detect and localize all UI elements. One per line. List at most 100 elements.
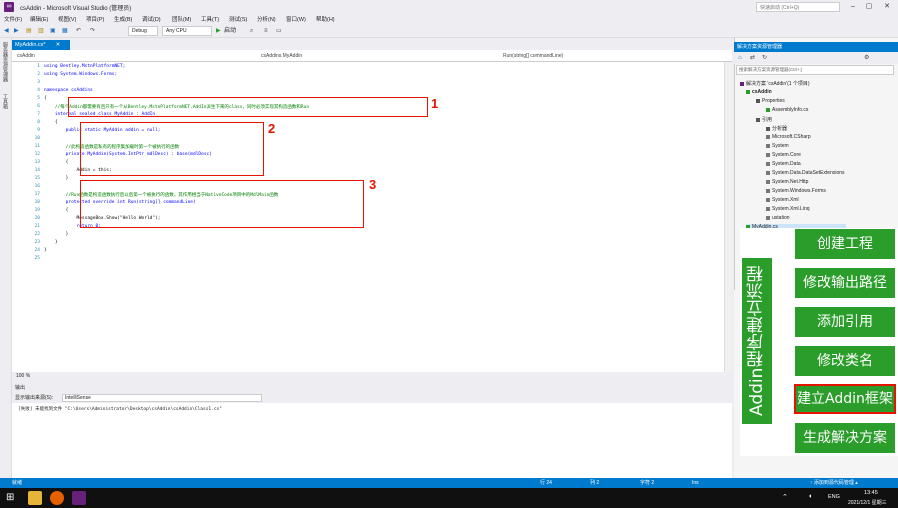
csharp-project-icon bbox=[746, 89, 750, 94]
code-line: { bbox=[44, 208, 69, 213]
menu-project[interactable]: 项目(P) bbox=[86, 15, 104, 23]
line-number: 8 bbox=[37, 120, 40, 125]
refresh-icon[interactable]: ↻ bbox=[762, 54, 767, 62]
find-icon[interactable]: ⌕ bbox=[250, 27, 253, 35]
new-project-icon[interactable]: ▤ bbox=[26, 27, 32, 35]
save-all-icon[interactable]: ▦ bbox=[62, 27, 68, 35]
save-icon[interactable]: ▣ bbox=[50, 27, 56, 35]
reference-icon bbox=[766, 161, 770, 166]
tree-item-analyzers[interactable]: 分析器 bbox=[766, 125, 787, 132]
tree-item-properties[interactable]: Properties bbox=[756, 98, 785, 104]
platform-dropdown[interactable]: Any CPU bbox=[162, 26, 212, 36]
menu-help[interactable]: 帮助(H) bbox=[316, 15, 335, 23]
step-modify-output-path: 修改输出路径 bbox=[795, 268, 895, 298]
start-icon[interactable]: ▶ bbox=[216, 27, 221, 35]
zoom-level[interactable]: 100 % bbox=[12, 372, 732, 381]
code-line: } bbox=[44, 232, 69, 237]
tree-item-reference[interactable]: System.Windows.Forms bbox=[766, 188, 826, 194]
menu-view[interactable]: 视图(V) bbox=[58, 15, 76, 23]
solution-search-input[interactable]: 搜索解决方案资源管理器(Ctrl+;) bbox=[736, 65, 894, 75]
reference-icon bbox=[766, 197, 770, 202]
quick-launch-input[interactable]: 快速启动 (Ctrl+Q) bbox=[756, 2, 840, 12]
tree-item-assemblyinfo[interactable]: AssemblyInfo.cs bbox=[766, 107, 808, 113]
tray-arrow-icon[interactable]: ⌃ bbox=[782, 493, 788, 501]
nav-project-dropdown[interactable]: csAddin bbox=[14, 52, 244, 60]
tree-item-references[interactable]: 引用 bbox=[756, 116, 772, 123]
tree-item-reference[interactable]: System bbox=[766, 143, 789, 149]
file-explorer-icon[interactable] bbox=[28, 491, 42, 505]
left-tool-strip: 服务器资源管理器 工具箱 bbox=[0, 38, 12, 478]
menu-test[interactable]: 测试(S) bbox=[229, 15, 247, 23]
config-dropdown[interactable]: Debug bbox=[128, 26, 158, 36]
line-number: 4 bbox=[37, 88, 40, 93]
forward-icon[interactable]: ▶ bbox=[14, 27, 19, 35]
tree-item-reference[interactable]: System.Data.DataSetExtensions bbox=[766, 170, 845, 176]
menu-analyze[interactable]: 分析(N) bbox=[257, 15, 276, 23]
output-source-dropdown[interactable]: IntelliSense bbox=[62, 394, 262, 402]
tree-item-reference[interactable]: Microsoft.CSharp bbox=[766, 134, 811, 140]
status-char: 字符 2 bbox=[640, 480, 655, 486]
add-to-source-control[interactable]: ↑ 添加到源代码管理 ▴ bbox=[810, 478, 858, 488]
server-explorer-tab[interactable]: 服务器资源管理器 bbox=[2, 42, 9, 82]
tree-item-reference[interactable]: System.Core bbox=[766, 152, 801, 158]
reference-icon bbox=[766, 152, 770, 157]
format-icon[interactable]: ≡ bbox=[264, 27, 268, 35]
tree-item-project[interactable]: csAddin bbox=[746, 89, 772, 95]
clock-time[interactable]: 13:45 bbox=[864, 490, 878, 496]
tree-item-reference[interactable]: System.Xml bbox=[766, 197, 799, 203]
editor-scrollbar[interactable] bbox=[724, 62, 732, 372]
nav-member-dropdown[interactable]: Run(string[] commandLine) bbox=[500, 52, 730, 60]
line-number: 1 bbox=[37, 64, 40, 69]
maximize-icon[interactable]: ▢ bbox=[862, 2, 876, 12]
vs-logo-icon: ∞ bbox=[4, 2, 14, 12]
menu-window[interactable]: 窗口(W) bbox=[286, 15, 306, 23]
close-icon[interactable]: ✕ bbox=[880, 2, 894, 12]
reference-icon bbox=[766, 188, 770, 193]
menu-edit[interactable]: 编辑(E) bbox=[30, 15, 48, 23]
code-line: } bbox=[44, 176, 69, 181]
start-button[interactable]: 启动 bbox=[224, 27, 236, 35]
line-number: 2 bbox=[37, 72, 40, 77]
tree-item-reference[interactable]: System.Data bbox=[766, 161, 801, 167]
firefox-icon[interactable] bbox=[50, 491, 64, 505]
properties-icon[interactable]: ⚙ bbox=[864, 54, 869, 62]
menu-file[interactable]: 文件(F) bbox=[4, 15, 22, 23]
line-number: 5 bbox=[37, 96, 40, 101]
nav-type-dropdown[interactable]: csAddins.MyAddin bbox=[258, 52, 498, 60]
tree-item-reference[interactable]: ustation bbox=[766, 215, 790, 221]
menu-debug[interactable]: 调试(D) bbox=[142, 15, 161, 23]
home-icon[interactable]: ⌂ bbox=[738, 54, 742, 62]
menu-build[interactable]: 生成(B) bbox=[114, 15, 132, 23]
menu-team[interactable]: 团队(M) bbox=[172, 15, 191, 23]
minimize-icon[interactable]: – bbox=[846, 2, 860, 12]
redo-icon[interactable]: ↷ bbox=[90, 27, 95, 35]
sync-icon[interactable]: ⇄ bbox=[750, 54, 755, 62]
toolbox-tab[interactable]: 工具箱 bbox=[2, 94, 9, 109]
line-number: 9 bbox=[37, 128, 40, 133]
volume-icon[interactable]: ◖ bbox=[808, 493, 812, 500]
visual-studio-icon[interactable] bbox=[72, 491, 86, 505]
undo-icon[interactable]: ↶ bbox=[76, 27, 81, 35]
reference-icon bbox=[766, 134, 770, 139]
clock-date[interactable]: 2021/12/1 星期三 bbox=[848, 499, 887, 506]
annotation-box-2 bbox=[80, 122, 264, 176]
status-ready: 就绪 bbox=[12, 480, 23, 486]
code-line: using Bentley.MstnPlatformNET; bbox=[44, 64, 126, 69]
menu-tools[interactable]: 工具(T) bbox=[201, 15, 219, 23]
output-text: [失败] 未能找到文件 "C:\Users\Administrator\Desk… bbox=[18, 407, 222, 412]
annotation-number-2: 2 bbox=[268, 121, 276, 136]
open-icon[interactable]: ▥ bbox=[38, 27, 44, 35]
tab-close-icon[interactable]: ✕ bbox=[56, 42, 61, 48]
tree-item-reference[interactable]: System.Net.Http bbox=[766, 179, 808, 185]
back-icon[interactable]: ◀ bbox=[4, 27, 9, 35]
line-number: 16 bbox=[34, 184, 40, 189]
tab-myaddin[interactable]: MyAddin.cs* ✕ bbox=[12, 40, 70, 50]
code-line: } bbox=[44, 248, 47, 253]
windows-start-icon[interactable]: ⊞ bbox=[6, 492, 14, 503]
tree-item-reference[interactable]: System.Xml.Linq bbox=[766, 206, 810, 212]
code-line: namespace csAddins bbox=[44, 88, 93, 93]
tree-item-solution[interactable]: 解决方案 'csAddin'(1 个项目) bbox=[740, 80, 810, 87]
comment-icon[interactable]: ▭ bbox=[276, 27, 282, 35]
code-line: { bbox=[44, 120, 58, 125]
language-indicator[interactable]: ENG bbox=[828, 494, 840, 500]
